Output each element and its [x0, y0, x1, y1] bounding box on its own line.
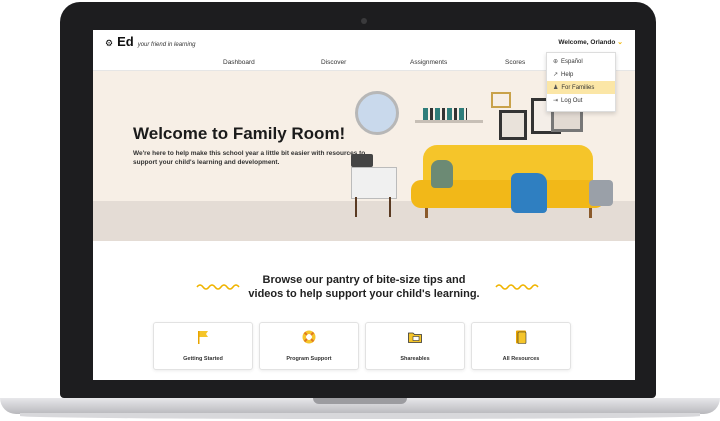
menu-item-help[interactable]: ↗ Help: [547, 68, 615, 81]
nav-discover[interactable]: Discover: [321, 59, 346, 66]
nav-dashboard[interactable]: Dashboard: [223, 59, 255, 66]
menu-item-label: Español: [561, 58, 583, 65]
books-illustration: [423, 108, 467, 120]
squiggle-decoration: [495, 284, 539, 290]
blanket-illustration: [511, 173, 547, 213]
card-shareables[interactable]: Shareables: [365, 322, 465, 370]
table-leg-illustration: [355, 197, 357, 217]
card-getting-started[interactable]: Getting Started: [153, 322, 253, 370]
laptop-notch: [313, 398, 407, 404]
table-leg-illustration: [389, 197, 391, 217]
menu-item-for-families[interactable]: ♟ For Families: [547, 81, 615, 94]
screen: ⚙ Ed your friend in learning Welcome, Or…: [93, 30, 635, 380]
laptop-illustration: [351, 154, 373, 167]
hero-subtitle: We're here to help make this school year…: [133, 150, 366, 166]
globe-icon: ⊕: [553, 59, 559, 65]
card-label: Getting Started: [183, 356, 223, 362]
sofa-leg-illustration: [589, 208, 592, 218]
side-table-illustration: [351, 167, 397, 199]
backpack-illustration: [431, 160, 453, 188]
logo[interactable]: ⚙ Ed your friend in learning: [105, 34, 195, 49]
camera-icon: [361, 18, 367, 24]
external-link-icon: ↗: [553, 72, 559, 78]
card-label: All Resources: [502, 356, 540, 362]
sofa-leg-illustration: [425, 208, 428, 218]
card-all-resources[interactable]: All Resources: [471, 322, 571, 370]
welcome-text: Welcome, Orlando: [558, 39, 616, 46]
laundry-basket-illustration: [589, 180, 613, 206]
nav-scores[interactable]: Scores: [505, 59, 525, 66]
user-menu-toggle[interactable]: Welcome, Orlando ⌄: [558, 38, 623, 46]
menu-item-log-out[interactable]: ⇥ Log Out: [547, 94, 615, 107]
logout-icon: ⇥: [553, 98, 559, 104]
menu-item-label: Log Out: [561, 97, 583, 104]
card-label: Program Support: [286, 356, 332, 362]
nav-assignments[interactable]: Assignments: [410, 59, 447, 66]
folder-share-icon: [408, 332, 422, 343]
logo-text: Ed: [117, 34, 134, 49]
menu-item-label: For Families: [561, 84, 595, 91]
flag-icon: [198, 331, 208, 344]
family-icon: ♟: [553, 85, 559, 91]
mirror-illustration: [355, 91, 399, 135]
lifebuoy-icon: [302, 330, 316, 344]
hero-title: Welcome to Family Room!: [133, 124, 346, 143]
logo-mark-icon: ⚙: [105, 38, 114, 48]
menu-item-label: Help: [561, 71, 574, 78]
logo-tagline: your friend in learning: [137, 42, 196, 48]
picture-frame-illustration: [499, 110, 527, 140]
card-program-support[interactable]: Program Support: [259, 322, 359, 370]
user-dropdown-menu: ⊕ Español ↗ Help ♟ For Families ⇥ Log Ou…: [546, 52, 616, 112]
card-label: Shareables: [400, 356, 430, 362]
shelf-illustration: [415, 120, 483, 123]
chevron-down-icon: ⌄: [617, 39, 623, 46]
menu-item-espanol[interactable]: ⊕ Español: [547, 55, 615, 68]
documents-icon: [516, 330, 527, 344]
picture-frame-illustration: [491, 92, 511, 108]
laptop-shadow: [20, 413, 700, 419]
